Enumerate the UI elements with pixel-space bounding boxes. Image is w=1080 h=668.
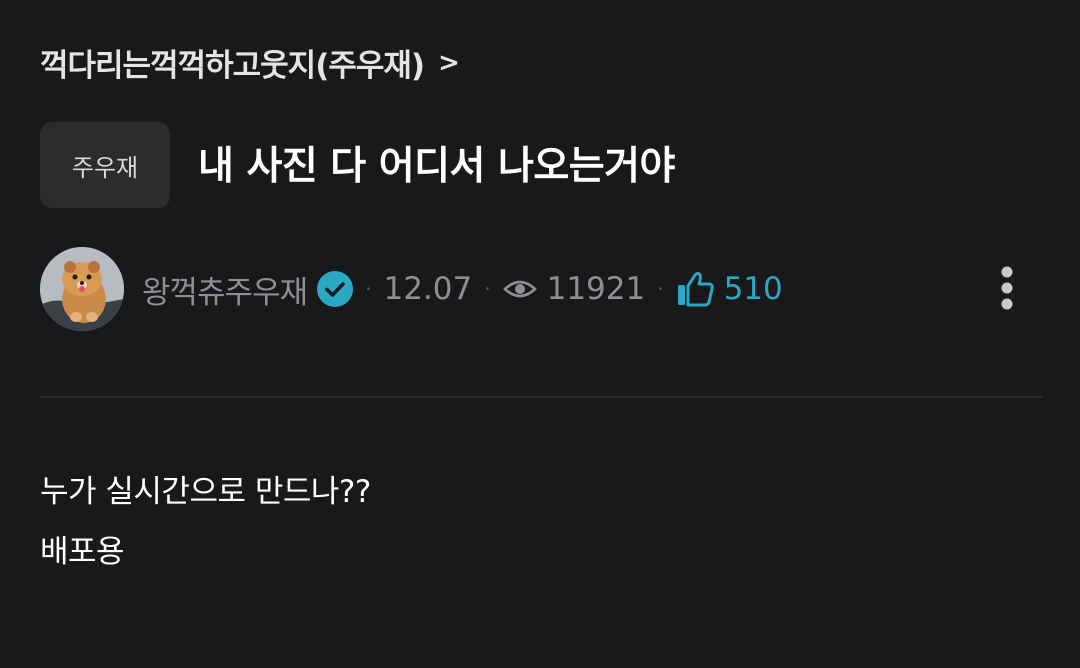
thumbs-up-icon xyxy=(677,272,714,307)
more-vertical-icon[interactable] xyxy=(996,264,1018,312)
post-body: 누가 실시간으로 만드나?? 배포용 xyxy=(40,462,371,582)
dog-avatar-image xyxy=(40,247,124,331)
category-tag[interactable]: 주우재 xyxy=(40,122,170,208)
eye-icon xyxy=(502,280,537,298)
category-tag-label: 주우재 xyxy=(71,153,139,182)
post-date: 12.07 xyxy=(383,271,473,307)
like-button[interactable]: 510 xyxy=(676,271,783,307)
view-count: 11921 xyxy=(546,271,646,307)
divider xyxy=(40,396,1042,398)
like-count: 510 xyxy=(723,271,783,307)
post-body-line: 배포용 xyxy=(40,534,125,570)
post-body-line: 누가 실시간으로 만드나?? xyxy=(40,474,371,510)
chevron-right-icon: > xyxy=(438,47,460,78)
verified-check-icon xyxy=(317,271,354,307)
separator-dot: · xyxy=(484,277,491,301)
author-name[interactable]: 왕꺽츄주우재 xyxy=(142,267,308,312)
post-title: 내 사진 다 어디서 나오는거야 xyxy=(198,144,675,189)
board-breadcrumb[interactable]: 꺽다리는꺽꺽하고웃지(주우재) > xyxy=(40,40,460,85)
post-meta: 왕꺽츄주우재 · 12.07 · 11921 · 510 xyxy=(40,246,1040,332)
board-name: 꺽다리는꺽꺽하고웃지(주우재) xyxy=(40,48,425,84)
separator-dot: · xyxy=(365,277,372,301)
avatar[interactable] xyxy=(40,247,124,331)
separator-dot: · xyxy=(657,277,664,301)
